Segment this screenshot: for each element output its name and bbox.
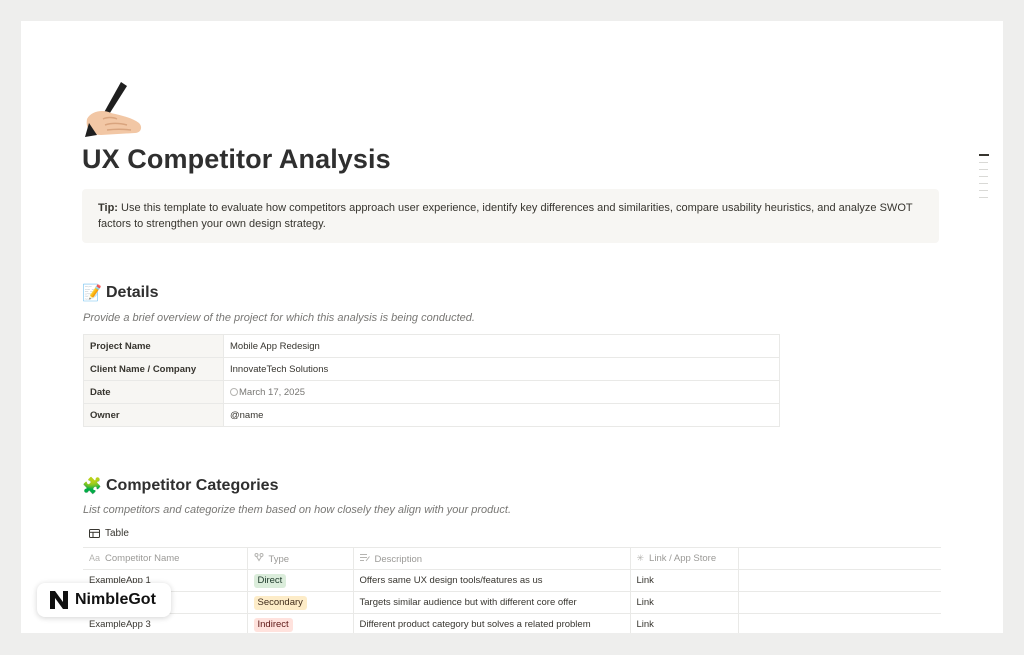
competitor-categories-heading[interactable]: 🧩 Competitor Categories	[82, 476, 278, 496]
table-header-row: Aa Competitor Name Type Description ✳ Link…	[83, 547, 941, 570]
column-header-link[interactable]: ✳ Link / App Store	[629, 547, 738, 570]
link-cell[interactable]: Link	[629, 591, 738, 614]
link-cell[interactable]: Link	[629, 613, 738, 633]
outline-line[interactable]	[979, 175, 988, 177]
outline-line[interactable]	[979, 168, 988, 170]
details-value-cell[interactable]: March 17, 2025	[223, 380, 780, 404]
column-header-description[interactable]: Description	[352, 547, 630, 570]
details-value-cell[interactable]: InnovateTech Solutions	[223, 357, 780, 381]
table-row[interactable]: ExampleApp 2SecondaryTargets similar aud…	[83, 591, 941, 614]
notion-page: UX Competitor Analysis Tip: Use this tem…	[21, 21, 1003, 633]
type-cell[interactable]: Secondary	[246, 591, 353, 614]
empty-cell[interactable]	[737, 591, 941, 614]
clock-icon	[230, 387, 238, 396]
text-lines-icon	[359, 553, 370, 564]
table-row[interactable]: ExampleApp 3 Indirect Different product ca…	[83, 613, 941, 633]
details-heading[interactable]: 📝 Details	[82, 283, 158, 303]
type-tag[interactable]: Direct	[253, 573, 287, 588]
column-header-label: Competitor Name	[105, 553, 180, 564]
column-header-empty[interactable]	[737, 547, 941, 570]
details-row: Date March 17, 2025	[83, 380, 780, 404]
column-header-label: Type	[268, 553, 290, 565]
type-tag[interactable]: Secondary	[253, 595, 307, 610]
page-outline[interactable]	[979, 154, 991, 204]
select-property-icon	[254, 552, 264, 564]
writing-hand-icon[interactable]	[81, 79, 145, 141]
nimblegot-watermark: NimbleGot	[37, 583, 171, 617]
nimblegot-logo-icon	[50, 591, 68, 609]
table-view-label: Table	[105, 528, 129, 539]
tip-callout[interactable]: Tip: Use this template to evaluate how c…	[82, 189, 939, 243]
description-cell[interactable]: Offers same UX design tools/features as …	[352, 569, 630, 592]
tip-text: Use this template to evaluate how compet…	[98, 202, 913, 230]
description-cell[interactable]: Different product category but solves a …	[352, 613, 630, 633]
type-cell[interactable]: Indirect	[246, 613, 353, 633]
outline-line[interactable]	[979, 161, 988, 163]
formula-sparkle-icon: ✳	[636, 553, 645, 563]
link-cell[interactable]: Link	[629, 569, 738, 592]
details-row: Project Name Mobile App Redesign	[83, 334, 780, 358]
puzzle-piece-icon: 🧩	[82, 478, 102, 495]
outline-line[interactable]	[979, 189, 988, 191]
details-value-cell[interactable]: Mobile App Redesign	[223, 334, 780, 358]
outline-line[interactable]	[979, 196, 988, 198]
details-key-cell[interactable]: Owner	[83, 403, 224, 427]
competitor-categories-heading-text: Competitor Categories	[106, 477, 279, 494]
date-value: March 17, 2025	[239, 386, 306, 398]
tip-label: Tip:	[98, 202, 118, 214]
empty-cell[interactable]	[737, 613, 941, 633]
table-row[interactable]: ExampleApp 1 Direct Offers same UX design …	[83, 569, 941, 592]
empty-cell[interactable]	[737, 569, 941, 592]
table-view-tab[interactable]: Table	[89, 528, 129, 539]
type-cell[interactable]: Direct	[246, 569, 353, 592]
details-description[interactable]: Provide a brief overview of the project …	[83, 312, 475, 324]
memo-icon: 📝	[82, 285, 102, 302]
column-header-competitor-name[interactable]: Aa Competitor Name	[83, 547, 247, 570]
details-row: Client Name / Company InnovateTech Soluti…	[83, 357, 780, 381]
type-tag[interactable]: Indirect	[253, 617, 293, 632]
table-icon	[89, 529, 100, 538]
description-cell[interactable]: Targets similar audience but with differ…	[352, 591, 630, 614]
text-property-icon: Aa	[89, 553, 101, 563]
outline-line[interactable]	[979, 182, 988, 184]
details-key-cell[interactable]: Client Name / Company	[83, 357, 224, 381]
column-header-label: Description	[374, 553, 423, 565]
details-key-cell[interactable]: Project Name	[83, 334, 224, 358]
details-value-cell[interactable]: @name	[223, 403, 780, 427]
outline-line[interactable]	[979, 154, 989, 156]
details-key-cell[interactable]: Date	[83, 380, 224, 404]
details-heading-text: Details	[106, 284, 159, 301]
details-table: Project Name Mobile App Redesign Client Na…	[83, 334, 780, 427]
watermark-text: NimbleGot	[75, 591, 156, 608]
competitor-categories-description[interactable]: List competitors and categorize them bas…	[83, 504, 511, 516]
column-header-type[interactable]: Type	[246, 547, 353, 570]
competitor-table: Aa Competitor Name Type Description ✳ Link…	[83, 547, 941, 633]
page-title[interactable]: UX Competitor Analysis	[82, 144, 391, 175]
column-header-label: Link / App Store	[649, 553, 717, 564]
details-row: Owner @name	[83, 403, 780, 427]
